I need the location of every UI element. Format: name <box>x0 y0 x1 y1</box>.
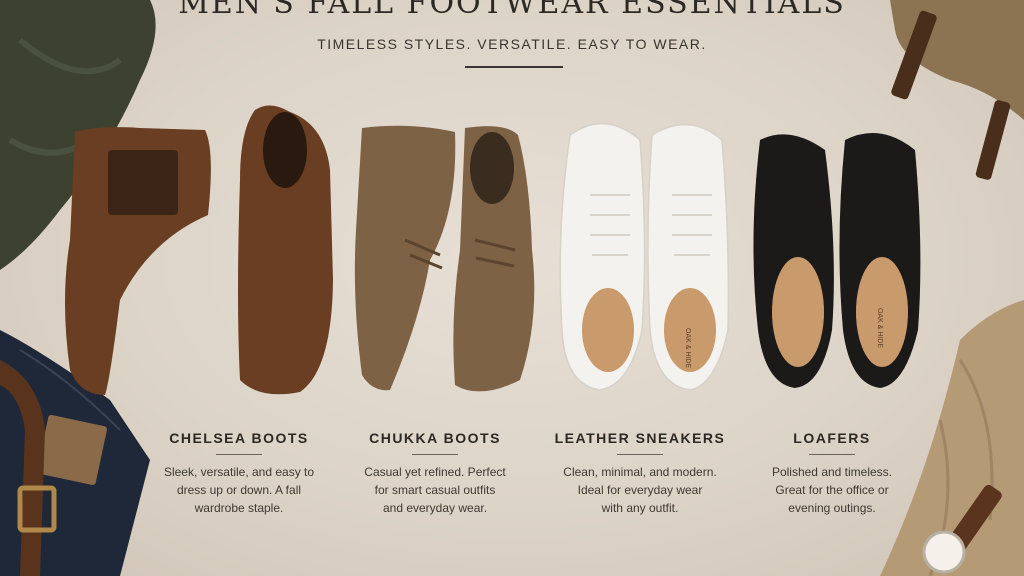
category-divider <box>412 454 458 455</box>
bag-strap-2 <box>975 100 1011 180</box>
category-name: LOAFERS <box>793 430 871 446</box>
category-chukka-boots: CHUKKA BOOTS Casual yet refined. Perfect… <box>340 430 530 517</box>
loafers <box>753 132 921 388</box>
category-loafers: LOAFERS Polished and timeless. Great for… <box>737 430 927 517</box>
page-subtitle: TIMELESS STYLES. VERSATILE. EASY TO WEAR… <box>317 36 707 52</box>
category-divider <box>809 454 855 455</box>
category-leather-sneakers: LEATHER SNEAKERS Clean, minimal, and mod… <box>545 430 735 517</box>
category-description: Casual yet refined. Perfect for smart ca… <box>364 465 506 515</box>
category-chelsea-boots: CHELSEA BOOTS Sleek, versatile, and easy… <box>144 430 334 517</box>
chelsea-boots <box>65 105 333 395</box>
insole-brand-left: OAK & HIDE <box>684 328 691 368</box>
watch-case <box>922 530 966 574</box>
category-description: Clean, minimal, and modern. Ideal for ev… <box>563 465 717 515</box>
category-name: CHUKKA BOOTS <box>369 430 501 446</box>
chukka-opening-right <box>470 132 514 204</box>
insole-brand-right: OAK & HIDE <box>876 308 883 348</box>
jeans-patch <box>36 414 108 486</box>
chukka-boots <box>354 125 535 392</box>
leather-sneakers <box>559 123 730 391</box>
category-name: LEATHER SNEAKERS <box>554 430 726 446</box>
chelsea-elastic-left <box>108 150 178 215</box>
sneaker-insole-left <box>582 288 634 372</box>
page-title: MEN'S FALL FOOTWEAR ESSENTIALS <box>178 0 846 21</box>
category-name: CHELSEA BOOTS <box>169 430 309 446</box>
loafer-insole-left <box>772 257 824 367</box>
category-description: Polished and timeless. Great for the off… <box>771 465 893 515</box>
category-divider <box>617 454 663 455</box>
chelsea-opening-right <box>263 112 307 188</box>
title-divider <box>465 66 563 68</box>
category-description: Sleek, versatile, and easy to dress up o… <box>163 465 315 515</box>
chukka-boot-left <box>354 125 456 391</box>
category-divider <box>216 454 262 455</box>
